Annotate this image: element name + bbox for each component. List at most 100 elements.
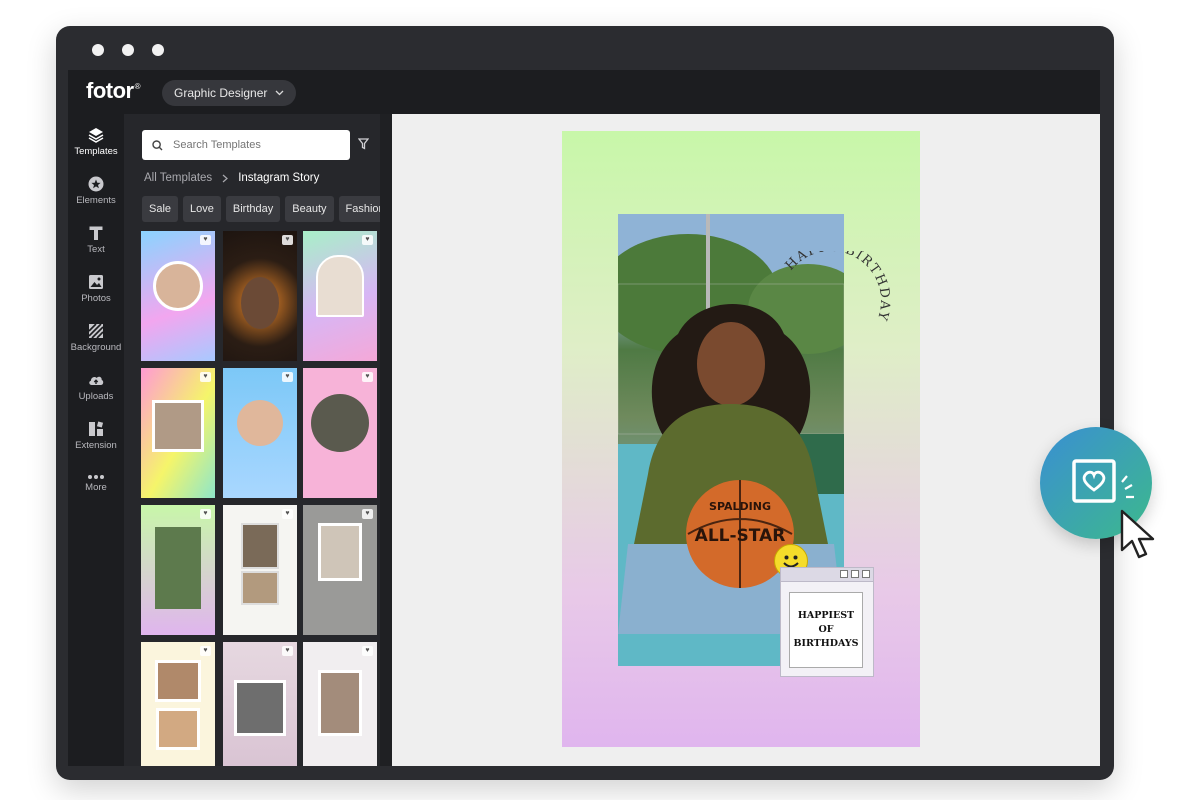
favorite-icon[interactable]: ♥ bbox=[282, 646, 293, 656]
template-thumbnail[interactable]: ♥ bbox=[303, 231, 377, 361]
chip-love[interactable]: Love bbox=[183, 196, 221, 222]
elements-icon bbox=[88, 176, 104, 192]
template-thumbnail[interactable]: ♥ bbox=[141, 505, 215, 635]
rail-item-photos[interactable]: Photos bbox=[68, 273, 124, 304]
search-box[interactable] bbox=[142, 130, 350, 160]
top-bar: fotor® Graphic Designer bbox=[68, 70, 1100, 114]
favorite-icon[interactable]: ♥ bbox=[362, 509, 373, 519]
thumbnail-photo bbox=[152, 400, 204, 452]
favorite-icon[interactable]: ♥ bbox=[200, 509, 211, 519]
background-icon bbox=[88, 323, 104, 339]
ball-allstar-text: ALL-STAR bbox=[695, 526, 786, 546]
filter-icon[interactable] bbox=[358, 138, 369, 150]
rail-label: Elements bbox=[76, 195, 116, 206]
rail-item-more[interactable]: More bbox=[68, 474, 124, 493]
chevron-down-icon bbox=[275, 90, 284, 96]
breadcrumb-current: Instagram Story bbox=[238, 172, 320, 184]
rail-label: Photos bbox=[81, 293, 111, 304]
search-input[interactable] bbox=[171, 138, 335, 152]
rail-label: Templates bbox=[74, 146, 118, 157]
chip-sale[interactable]: Sale bbox=[142, 196, 179, 222]
minimize-icon bbox=[840, 570, 848, 578]
template-thumbnail[interactable]: ♥ bbox=[141, 231, 215, 361]
thumbnail-photo bbox=[318, 670, 362, 736]
message-box: HAPPIEST OF BIRTHDAYS bbox=[789, 592, 863, 668]
thumbnail-photo bbox=[241, 571, 279, 605]
story-artboard[interactable]: SPALDING ALL-STAR HAPPY BIRTHDAY bbox=[562, 131, 920, 747]
thumbnail-photo bbox=[234, 680, 286, 736]
text-icon bbox=[89, 226, 103, 240]
mode-dropdown[interactable]: Graphic Designer bbox=[162, 80, 297, 106]
window-controls bbox=[92, 44, 164, 56]
rail-label: Uploads bbox=[78, 391, 114, 402]
thumbnail-photo bbox=[156, 708, 200, 750]
message-window-sticker[interactable]: HAPPIEST OF BIRTHDAYS bbox=[780, 567, 874, 677]
thumbnail-photo bbox=[153, 261, 203, 311]
thumbnail-photo bbox=[241, 277, 279, 329]
chip-fashion[interactable]: Fashion bbox=[338, 196, 380, 222]
breadcrumb-root[interactable]: All Templates bbox=[144, 172, 212, 184]
rail-label: Extension bbox=[75, 440, 117, 451]
rail-item-text[interactable]: Text bbox=[68, 224, 124, 255]
window-titlebar bbox=[781, 568, 873, 582]
editor: fotor® Graphic Designer Templates Elemen… bbox=[68, 70, 1100, 766]
favorite-icon[interactable]: ♥ bbox=[200, 646, 211, 656]
search-icon bbox=[152, 139, 163, 150]
tool-rail: Templates Elements Text Photos Backgroun… bbox=[68, 114, 124, 766]
pointer-cursor-icon bbox=[1120, 509, 1155, 559]
more-dots-icon bbox=[88, 475, 104, 479]
thumbnail-photo bbox=[155, 527, 201, 609]
close-icon bbox=[862, 570, 870, 578]
template-thumbnail[interactable]: ♥ bbox=[303, 505, 377, 635]
template-thumbnail[interactable]: ♥ bbox=[223, 505, 297, 635]
layers-icon bbox=[88, 128, 104, 143]
app-window: fotor® Graphic Designer Templates Elemen… bbox=[56, 26, 1114, 780]
logo-text: fotor bbox=[86, 78, 134, 103]
fotor-logo[interactable]: fotor® bbox=[86, 78, 141, 104]
ball-brand-text: SPALDING bbox=[709, 500, 771, 513]
rail-item-elements[interactable]: Elements bbox=[68, 175, 124, 206]
thumbnail-photo bbox=[311, 394, 369, 452]
thumbnail-photo bbox=[237, 400, 283, 446]
rail-item-background[interactable]: Background bbox=[68, 322, 124, 353]
rail-item-templates[interactable]: Templates bbox=[68, 126, 124, 157]
chip-birthday[interactable]: Birthday bbox=[225, 196, 281, 222]
rail-label: Background bbox=[70, 342, 122, 353]
template-thumbnail[interactable]: ♥ bbox=[141, 642, 215, 766]
favorite-icon[interactable]: ♥ bbox=[282, 372, 293, 382]
rail-label: More bbox=[85, 482, 107, 493]
favorite-icon[interactable]: ♥ bbox=[362, 646, 373, 656]
thumbnail-photo bbox=[241, 523, 279, 569]
favorite-icon[interactable]: ♥ bbox=[200, 235, 211, 245]
birthday-message: HAPPIEST OF BIRTHDAYS bbox=[793, 610, 859, 649]
template-thumbnail[interactable]: ♥ bbox=[223, 642, 297, 766]
window-dot-minimize[interactable] bbox=[122, 44, 134, 56]
favorite-icon[interactable]: ♥ bbox=[362, 372, 373, 382]
template-thumbnail[interactable]: ♥ bbox=[223, 231, 297, 361]
window-dot-maximize[interactable] bbox=[152, 44, 164, 56]
arc-birthday-text[interactable]: HAPPY BIRTHDAY bbox=[776, 251, 896, 361]
rail-item-extension[interactable]: Extension bbox=[68, 420, 124, 451]
logo-mark: ® bbox=[134, 82, 141, 91]
favorite-icon[interactable]: ♥ bbox=[282, 235, 293, 245]
arc-text: HAPPY BIRTHDAY bbox=[783, 251, 891, 323]
template-thumbnail[interactable]: ♥ bbox=[141, 368, 215, 498]
chip-beauty[interactable]: Beauty bbox=[285, 196, 334, 222]
thumbnail-photo bbox=[316, 255, 364, 317]
upload-cloud-icon bbox=[89, 376, 104, 385]
template-thumbnail[interactable]: ♥ bbox=[303, 642, 377, 766]
favorite-icon[interactable]: ♥ bbox=[282, 509, 293, 519]
template-thumbnail[interactable]: ♥ bbox=[223, 368, 297, 498]
rail-label: Text bbox=[87, 244, 105, 255]
template-thumbnail[interactable]: ♥ bbox=[303, 368, 377, 498]
maximize-icon bbox=[851, 570, 859, 578]
design-canvas: SPALDING ALL-STAR HAPPY BIRTHDAY bbox=[392, 114, 1100, 766]
thumbnail-photo bbox=[155, 660, 201, 702]
svg-text:HAPPY BIRTHDAY: HAPPY BIRTHDAY bbox=[783, 251, 893, 323]
window-dot-close[interactable] bbox=[92, 44, 104, 56]
favorite-icon[interactable]: ♥ bbox=[200, 372, 211, 382]
rail-item-uploads[interactable]: Uploads bbox=[68, 371, 124, 402]
favorite-icon[interactable]: ♥ bbox=[362, 235, 373, 245]
extension-icon bbox=[89, 421, 104, 436]
breadcrumb: All Templates Instagram Story bbox=[144, 172, 319, 184]
